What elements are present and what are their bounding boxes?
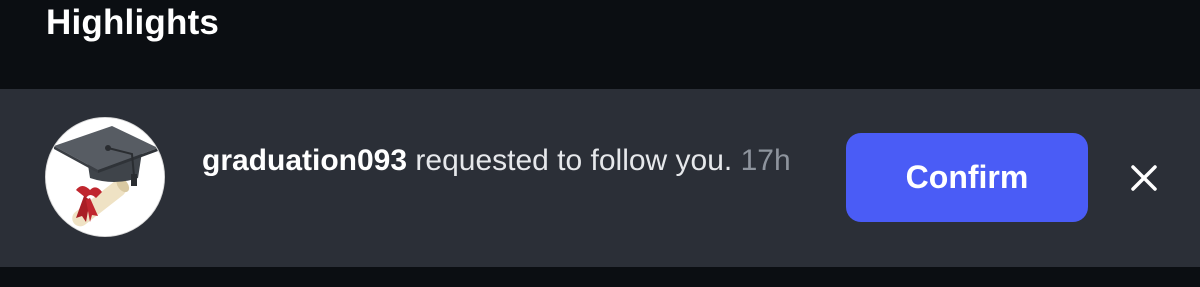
notifications-page: Highlights graduation093 requested to fo… xyxy=(0,0,1200,287)
close-icon xyxy=(1131,165,1157,191)
section-title: Highlights xyxy=(46,3,220,42)
notification-message: graduation093 requested to follow you. 1… xyxy=(202,141,802,181)
graduation-cap-diploma-icon xyxy=(46,118,164,236)
timestamp: 17h xyxy=(740,144,791,177)
username-link[interactable]: graduation093 xyxy=(202,144,407,177)
avatar[interactable] xyxy=(45,117,165,237)
confirm-button[interactable]: Confirm xyxy=(846,133,1088,222)
notification-text: requested to follow you. xyxy=(407,144,741,177)
follow-request-notification[interactable]: graduation093 requested to follow you. 1… xyxy=(0,89,1200,267)
dismiss-button[interactable] xyxy=(1122,156,1166,200)
